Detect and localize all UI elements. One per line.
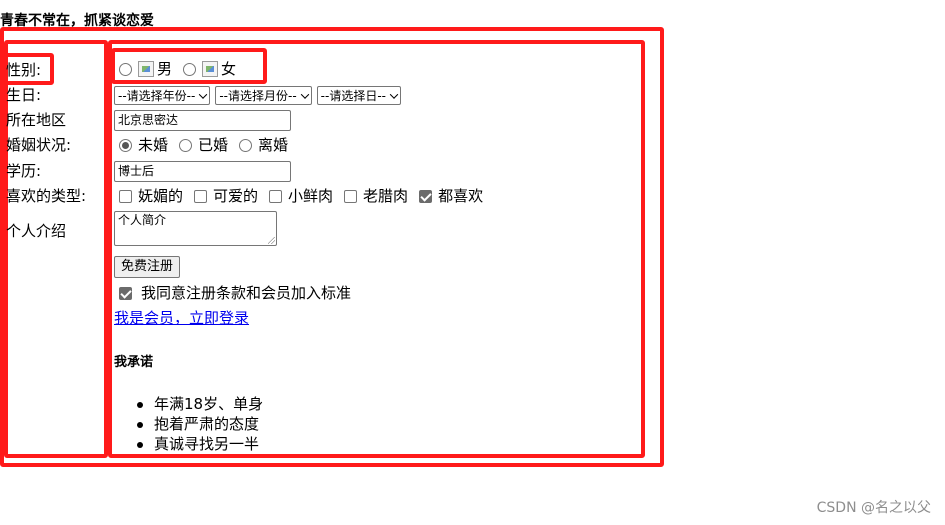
gender-option-label: 男 <box>157 60 173 78</box>
marital-option-label: 已婚 <box>198 136 229 154</box>
login-link[interactable]: 我是会员，立即登录 <box>114 308 249 328</box>
likes-checkbox-mature[interactable] <box>344 189 358 203</box>
agree-row: 我同意注册条款和会员加入标准 <box>114 283 351 303</box>
promise-list-container: 年满18岁、单身 抱着严肃的态度 真诚寻找另一半 <box>114 394 639 454</box>
chevron-down-icon <box>389 89 399 99</box>
education-label: 学历: <box>6 162 42 180</box>
region-input[interactable]: 北京思密达 <box>114 110 291 131</box>
likes-checkbox-charming[interactable] <box>119 189 132 203</box>
promise-list: 年满18岁、单身 抱着严肃的态度 真诚寻找另一半 <box>114 394 639 454</box>
promise-heading: 我承诺 <box>114 355 154 370</box>
marital-row: 未婚 已婚 离婚 <box>114 135 294 155</box>
broken-image-icon <box>138 61 154 77</box>
marital-radio-single[interactable] <box>119 138 132 152</box>
resize-grip-icon[interactable] <box>268 237 275 244</box>
list-item: 年满18岁、单身 <box>114 394 639 414</box>
day-select[interactable]: --请选择日-- <box>316 86 401 105</box>
month-select-value: --请选择月份-- <box>219 88 297 103</box>
list-item: 抱着严肃的态度 <box>114 414 639 434</box>
likes-option-label: 老腊肉 <box>363 187 409 205</box>
likes-option-label: 小鲜肉 <box>288 187 334 205</box>
gender-row: 男 女 <box>114 59 242 79</box>
intro-textarea-value: 个人简介 <box>118 213 167 227</box>
agree-checkbox[interactable] <box>119 286 132 300</box>
register-button[interactable]: 免费注册 <box>114 256 181 278</box>
education-input[interactable]: 博士后 <box>114 161 291 182</box>
gender-radio-female[interactable] <box>183 62 197 76</box>
year-select[interactable]: --请选择年份-- <box>114 86 211 105</box>
gender-option-label: 女 <box>221 60 237 78</box>
broken-image-icon <box>202 61 219 77</box>
gender-radio-male[interactable] <box>119 62 132 76</box>
month-select[interactable]: --请选择月份-- <box>215 86 312 105</box>
region-label: 所在地区 <box>6 111 67 129</box>
likes-checkbox-all[interactable] <box>419 189 433 203</box>
birthday-row: --请选择年份-- --请选择月份-- --请选择日-- <box>114 86 406 105</box>
marital-option-label: 未婚 <box>138 136 169 154</box>
likes-row: 妩媚的 可爱的 小鲜肉 老腊肉 都喜欢 <box>114 186 489 206</box>
marital-option-label: 离婚 <box>258 136 289 154</box>
likes-checkbox-cute[interactable] <box>194 189 208 203</box>
birthday-label: 生日: <box>6 86 42 104</box>
agree-label: 我同意注册条款和会员加入标准 <box>141 284 352 302</box>
marital-radio-married[interactable] <box>179 138 193 152</box>
likes-checkbox-young[interactable] <box>269 189 283 203</box>
csdn-watermark: CSDN @名之以父 <box>816 500 931 516</box>
chevron-down-icon <box>300 89 309 99</box>
marital-label: 婚姻状况: <box>6 136 72 154</box>
gender-label: 性别: <box>6 61 42 79</box>
likes-option-label: 可爱的 <box>213 187 259 205</box>
likes-option-label: 都喜欢 <box>438 187 484 205</box>
intro-textarea[interactable]: 个人简介 <box>114 211 277 246</box>
marital-radio-divorced[interactable] <box>239 138 253 152</box>
day-select-value: --请选择日-- <box>320 88 386 103</box>
chevron-down-icon <box>199 89 208 99</box>
likes-option-label: 妩媚的 <box>138 187 184 205</box>
likes-label: 喜欢的类型: <box>6 187 87 205</box>
intro-label: 个人介绍 <box>6 222 67 240</box>
list-item: 真诚寻找另一半 <box>114 434 639 454</box>
year-select-value: --请选择年份-- <box>118 88 196 103</box>
